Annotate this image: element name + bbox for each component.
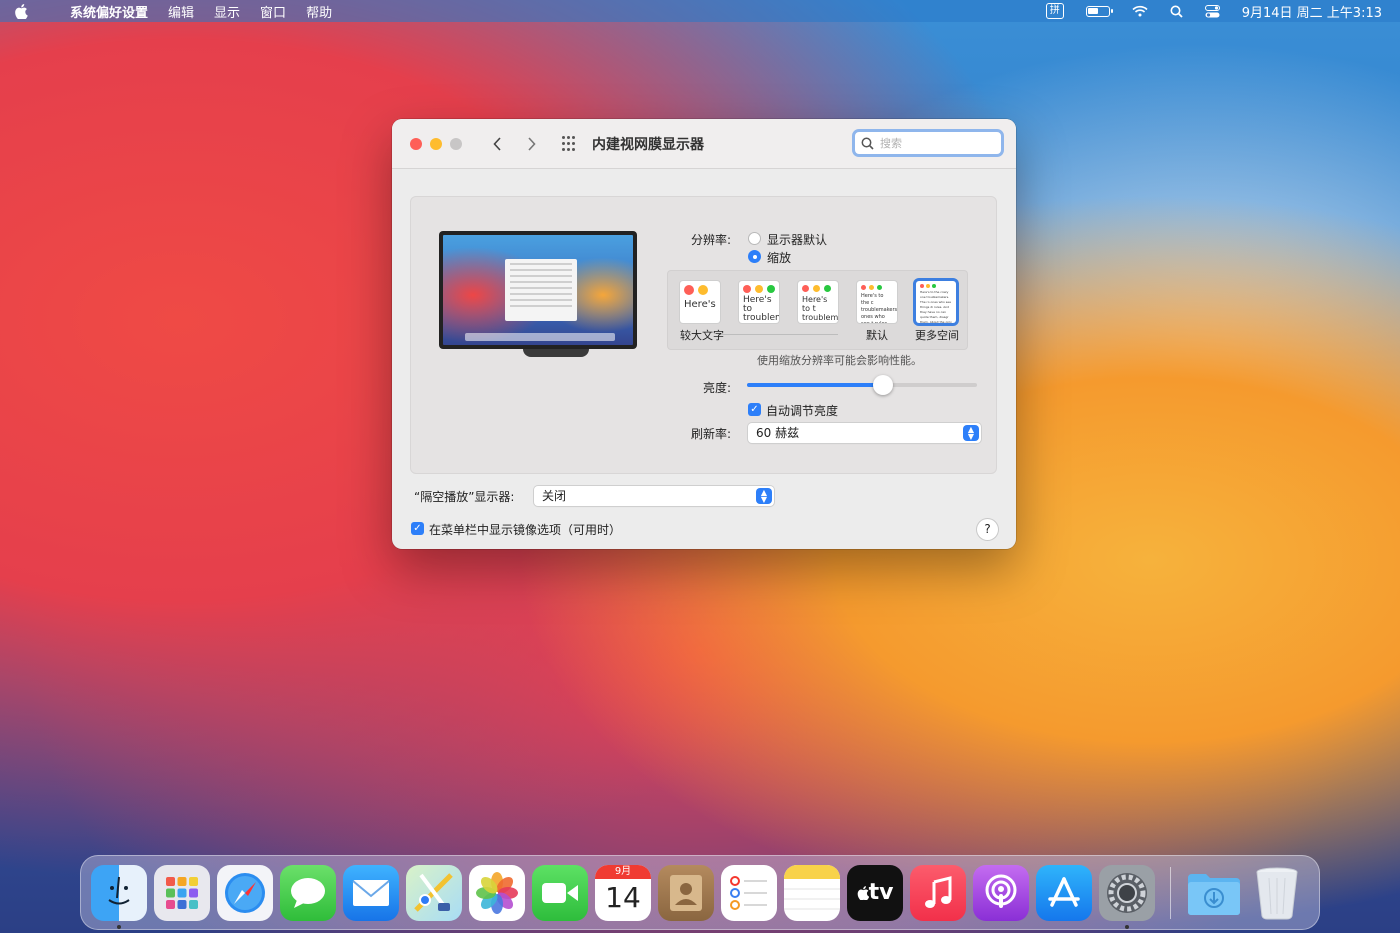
- scale-options-box: Here's Here's to troublem Here's to t tr…: [667, 270, 968, 350]
- auto-brightness-label[interactable]: 自动调节亮度: [766, 402, 838, 419]
- mail-icon[interactable]: [343, 864, 399, 921]
- podcasts-icon[interactable]: [973, 864, 1029, 921]
- app-store-icon[interactable]: [1036, 864, 1092, 921]
- refresh-rate-value: 60 赫兹: [756, 426, 800, 440]
- scale-preview-text: Here's: [684, 299, 716, 310]
- scale-option-3[interactable]: Here's to t troublema ones who: [798, 281, 838, 323]
- search-field[interactable]: [852, 129, 1004, 157]
- scale-option-default[interactable]: Here's to the c troublemakers, ones who …: [857, 281, 897, 323]
- mirroring-menu-checkbox[interactable]: ✓: [411, 522, 424, 535]
- airplay-display-select[interactable]: 关闭 ▲ ▼: [534, 486, 774, 506]
- messages-icon[interactable]: [280, 864, 336, 921]
- mirroring-menu-label[interactable]: 在菜单栏中显示镜像选项（可用时）: [429, 521, 621, 538]
- downloads-folder-icon[interactable]: [1186, 865, 1242, 921]
- brightness-slider-knob[interactable]: [873, 375, 893, 395]
- menu-item-window[interactable]: 窗口: [260, 2, 286, 21]
- scale-preview-text: Here's to t troublema ones who: [802, 295, 838, 323]
- resolution-default-label[interactable]: 显示器默认: [767, 231, 827, 248]
- scale-option-2[interactable]: Here's to troublem: [739, 281, 779, 323]
- apple-menu-icon[interactable]: [14, 3, 50, 19]
- select-arrows-icon: ▲ ▼: [756, 488, 772, 504]
- close-button[interactable]: [410, 137, 422, 150]
- dock: 9月 14 tv: [80, 855, 1320, 930]
- apple-tv-label: tv: [868, 880, 894, 905]
- display-preferences-window: 内建视网膜显示器 分辨率: 显示器默认 缩放 Here's: [392, 119, 1016, 549]
- resolution-scaled-label[interactable]: 缩放: [767, 249, 791, 266]
- refresh-rate-label: 刷新率:: [691, 427, 732, 441]
- forward-arrow-icon[interactable]: [522, 135, 540, 153]
- contacts-icon[interactable]: [658, 864, 714, 921]
- scale-performance-note: 使用缩放分辨率可能会影响性能。: [757, 354, 922, 367]
- reminders-icon[interactable]: [721, 864, 777, 921]
- menu-item-edit[interactable]: 编辑: [168, 2, 194, 21]
- resolution-label: 分辨率:: [691, 233, 732, 247]
- window-titlebar: 内建视网膜显示器: [392, 119, 1016, 169]
- resolution-scaled-radio[interactable]: [748, 250, 761, 263]
- system-preferences-icon[interactable]: [1099, 864, 1155, 929]
- search-icon: [861, 137, 874, 150]
- maps-icon[interactable]: [406, 864, 462, 921]
- scale-divider: [718, 334, 838, 335]
- show-all-grid-icon[interactable]: [562, 135, 578, 152]
- scale-preview-text: Here's to the crazy one troublemakers. T…: [920, 290, 952, 323]
- scale-label-more-space: 更多空间: [915, 329, 959, 342]
- scale-label-larger-text: 较大文字: [680, 329, 724, 342]
- trash-icon[interactable]: [1249, 865, 1305, 921]
- apple-tv-icon[interactable]: tv: [847, 864, 903, 921]
- input-method-icon[interactable]: 拼: [1045, 3, 1064, 19]
- calendar-icon[interactable]: 9月 14: [595, 864, 651, 921]
- menu-item-help[interactable]: 帮助: [306, 2, 332, 21]
- scale-preview-text: Here's to troublem: [743, 295, 779, 323]
- launchpad-icon[interactable]: [154, 864, 210, 921]
- battery-icon[interactable]: [1085, 5, 1113, 17]
- airplay-display-label: “隔空播放”显示器:: [414, 490, 515, 504]
- calendar-month: 9月: [595, 864, 651, 879]
- calendar-day: 14: [605, 880, 641, 914]
- wifi-icon[interactable]: [1132, 5, 1148, 17]
- window-title: 内建视网膜显示器: [592, 136, 704, 153]
- airplay-display-value: 关闭: [542, 489, 567, 503]
- settings-panel: 分辨率: 显示器默认 缩放 Here's Here's to troublem …: [410, 196, 997, 474]
- minimize-button[interactable]: [430, 137, 442, 150]
- scale-option-larger-text[interactable]: Here's: [680, 281, 720, 323]
- photos-icon[interactable]: [469, 864, 525, 921]
- music-icon[interactable]: [910, 864, 966, 921]
- display-preview-image: [439, 231, 637, 349]
- dock-separator: [1170, 866, 1171, 919]
- scale-preview-text: Here's to the c troublemakers, ones who …: [861, 293, 897, 323]
- menu-clock[interactable]: 9月14日 周二 上午3:13: [1242, 2, 1382, 21]
- help-button[interactable]: ?: [977, 519, 998, 540]
- menu-bar: 系统偏好设置 编辑 显示 窗口 帮助 拼 9月14日 周二 上午3:13: [0, 0, 1400, 22]
- select-arrows-icon: ▲ ▼: [963, 425, 979, 441]
- search-input[interactable]: [880, 136, 990, 150]
- zoom-button[interactable]: [450, 137, 462, 150]
- facetime-icon[interactable]: [532, 864, 588, 921]
- notes-icon[interactable]: [784, 864, 840, 921]
- back-arrow-icon[interactable]: [488, 135, 506, 153]
- display-stand: [523, 349, 589, 357]
- scale-option-more-space[interactable]: Here's to the crazy one troublemakers. T…: [916, 281, 956, 323]
- brightness-slider[interactable]: [747, 375, 977, 395]
- auto-brightness-checkbox[interactable]: ✓: [748, 403, 761, 416]
- finder-icon[interactable]: [91, 864, 147, 929]
- scale-label-default: 默认: [866, 329, 888, 342]
- resolution-default-radio[interactable]: [748, 232, 761, 245]
- menu-item-view[interactable]: 显示: [214, 2, 240, 21]
- refresh-rate-select[interactable]: 60 赫兹 ▲ ▼: [748, 423, 981, 443]
- menu-app-name[interactable]: 系统偏好设置: [70, 2, 148, 21]
- brightness-label: 亮度:: [703, 381, 732, 395]
- spotlight-search-icon[interactable]: [1170, 5, 1183, 18]
- control-center-icon[interactable]: [1204, 4, 1220, 18]
- safari-icon[interactable]: [217, 864, 273, 921]
